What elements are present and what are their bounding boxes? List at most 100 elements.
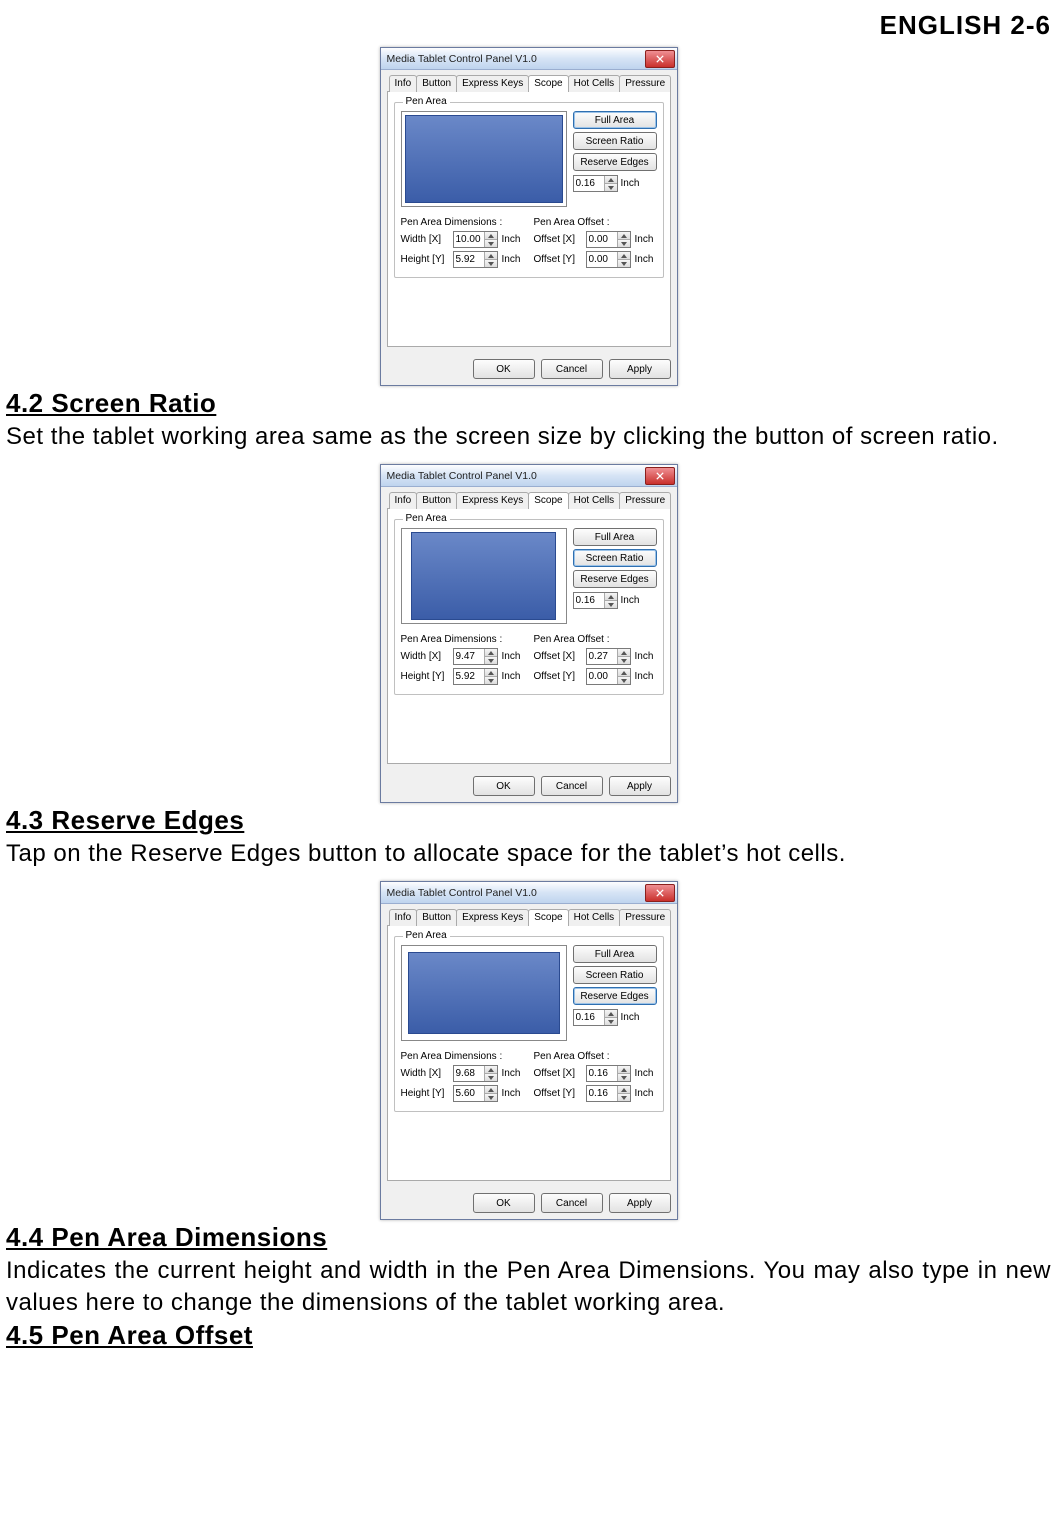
edge-input[interactable] [574, 1010, 604, 1025]
chevron-down-icon[interactable] [485, 260, 497, 267]
offset-x-spinner[interactable] [586, 1065, 631, 1082]
offset-y-spinner[interactable] [586, 1085, 631, 1102]
tab-express-keys[interactable]: Express Keys [456, 909, 529, 926]
offset-y-input[interactable] [587, 252, 617, 267]
chevron-up-icon[interactable] [618, 1086, 630, 1094]
offset-y-spinner[interactable] [586, 668, 631, 685]
close-icon[interactable] [645, 467, 675, 485]
screen-ratio-button[interactable]: Screen Ratio [573, 132, 657, 150]
width-spinner[interactable] [453, 648, 498, 665]
ok-button[interactable]: OK [473, 776, 535, 796]
chevron-up-icon[interactable] [485, 232, 497, 240]
unit-label: Inch [502, 234, 521, 245]
chevron-up-icon[interactable] [618, 649, 630, 657]
edge-spinner[interactable] [573, 1009, 618, 1026]
full-area-button[interactable]: Full Area [573, 528, 657, 546]
close-icon[interactable] [645, 884, 675, 902]
tab-hot-cells[interactable]: Hot Cells [568, 75, 621, 92]
edge-spinner[interactable] [573, 592, 618, 609]
height-input[interactable] [454, 1086, 484, 1101]
offset-x-spinner[interactable] [586, 648, 631, 665]
chevron-down-icon[interactable] [485, 657, 497, 664]
chevron-down-icon[interactable] [485, 677, 497, 684]
offset-x-input[interactable] [587, 232, 617, 247]
offset-x-input[interactable] [587, 1066, 617, 1081]
tab-hot-cells[interactable]: Hot Cells [568, 492, 621, 509]
chevron-up-icon[interactable] [618, 1066, 630, 1074]
tab-scope[interactable]: Scope [528, 492, 568, 509]
tab-hot-cells[interactable]: Hot Cells [568, 909, 621, 926]
chevron-up-icon[interactable] [618, 669, 630, 677]
chevron-up-icon[interactable] [485, 252, 497, 260]
tab-button[interactable]: Button [416, 75, 457, 92]
chevron-up-icon[interactable] [485, 1066, 497, 1074]
tab-info[interactable]: Info [389, 909, 418, 926]
tab-pressure[interactable]: Pressure [619, 909, 671, 926]
chevron-down-icon[interactable] [618, 240, 630, 247]
full-area-button[interactable]: Full Area [573, 111, 657, 129]
cancel-button[interactable]: Cancel [541, 776, 603, 796]
tab-button[interactable]: Button [416, 492, 457, 509]
chevron-up-icon[interactable] [485, 1086, 497, 1094]
tab-pressure[interactable]: Pressure [619, 75, 671, 92]
chevron-down-icon[interactable] [618, 657, 630, 664]
apply-button[interactable]: Apply [609, 776, 671, 796]
reserve-edges-button[interactable]: Reserve Edges [573, 153, 657, 171]
width-spinner[interactable] [453, 231, 498, 248]
height-spinner[interactable] [453, 251, 498, 268]
chevron-down-icon[interactable] [605, 1018, 617, 1025]
screen-ratio-button[interactable]: Screen Ratio [573, 966, 657, 984]
reserve-edges-button[interactable]: Reserve Edges [573, 570, 657, 588]
tab-pressure[interactable]: Pressure [619, 492, 671, 509]
width-input[interactable] [454, 649, 484, 664]
tab-express-keys[interactable]: Express Keys [456, 75, 529, 92]
chevron-down-icon[interactable] [485, 1094, 497, 1101]
reserve-edges-button[interactable]: Reserve Edges [573, 987, 657, 1005]
tab-scope[interactable]: Scope [528, 75, 568, 92]
offset-x-input[interactable] [587, 649, 617, 664]
chevron-up-icon[interactable] [618, 252, 630, 260]
tab-button[interactable]: Button [416, 909, 457, 926]
edge-spinner[interactable] [573, 175, 618, 192]
chevron-up-icon[interactable] [485, 649, 497, 657]
full-area-button[interactable]: Full Area [573, 945, 657, 963]
close-icon[interactable] [645, 50, 675, 68]
cancel-button[interactable]: Cancel [541, 359, 603, 379]
ok-button[interactable]: OK [473, 359, 535, 379]
chevron-down-icon[interactable] [605, 601, 617, 608]
width-spinner[interactable] [453, 1065, 498, 1082]
height-spinner[interactable] [453, 668, 498, 685]
chevron-down-icon[interactable] [618, 1074, 630, 1081]
chevron-down-icon[interactable] [618, 677, 630, 684]
chevron-down-icon[interactable] [605, 184, 617, 191]
tab-info[interactable]: Info [389, 492, 418, 509]
chevron-down-icon[interactable] [618, 260, 630, 267]
apply-button[interactable]: Apply [609, 1193, 671, 1213]
apply-button[interactable]: Apply [609, 359, 671, 379]
offset-y-input[interactable] [587, 669, 617, 684]
cancel-button[interactable]: Cancel [541, 1193, 603, 1213]
tab-info[interactable]: Info [389, 75, 418, 92]
chevron-up-icon[interactable] [605, 593, 617, 601]
tab-scope[interactable]: Scope [528, 909, 568, 926]
tab-express-keys[interactable]: Express Keys [456, 492, 529, 509]
chevron-up-icon[interactable] [618, 232, 630, 240]
offset-y-spinner[interactable] [586, 251, 631, 268]
width-input[interactable] [454, 1066, 484, 1081]
height-spinner[interactable] [453, 1085, 498, 1102]
screen-ratio-button[interactable]: Screen Ratio [573, 549, 657, 567]
offset-y-input[interactable] [587, 1086, 617, 1101]
chevron-down-icon[interactable] [485, 1074, 497, 1081]
offset-x-spinner[interactable] [586, 231, 631, 248]
chevron-up-icon[interactable] [485, 669, 497, 677]
ok-button[interactable]: OK [473, 1193, 535, 1213]
height-input[interactable] [454, 669, 484, 684]
edge-input[interactable] [574, 176, 604, 191]
height-input[interactable] [454, 252, 484, 267]
chevron-up-icon[interactable] [605, 176, 617, 184]
width-input[interactable] [454, 232, 484, 247]
chevron-up-icon[interactable] [605, 1010, 617, 1018]
chevron-down-icon[interactable] [485, 240, 497, 247]
edge-input[interactable] [574, 593, 604, 608]
chevron-down-icon[interactable] [618, 1094, 630, 1101]
